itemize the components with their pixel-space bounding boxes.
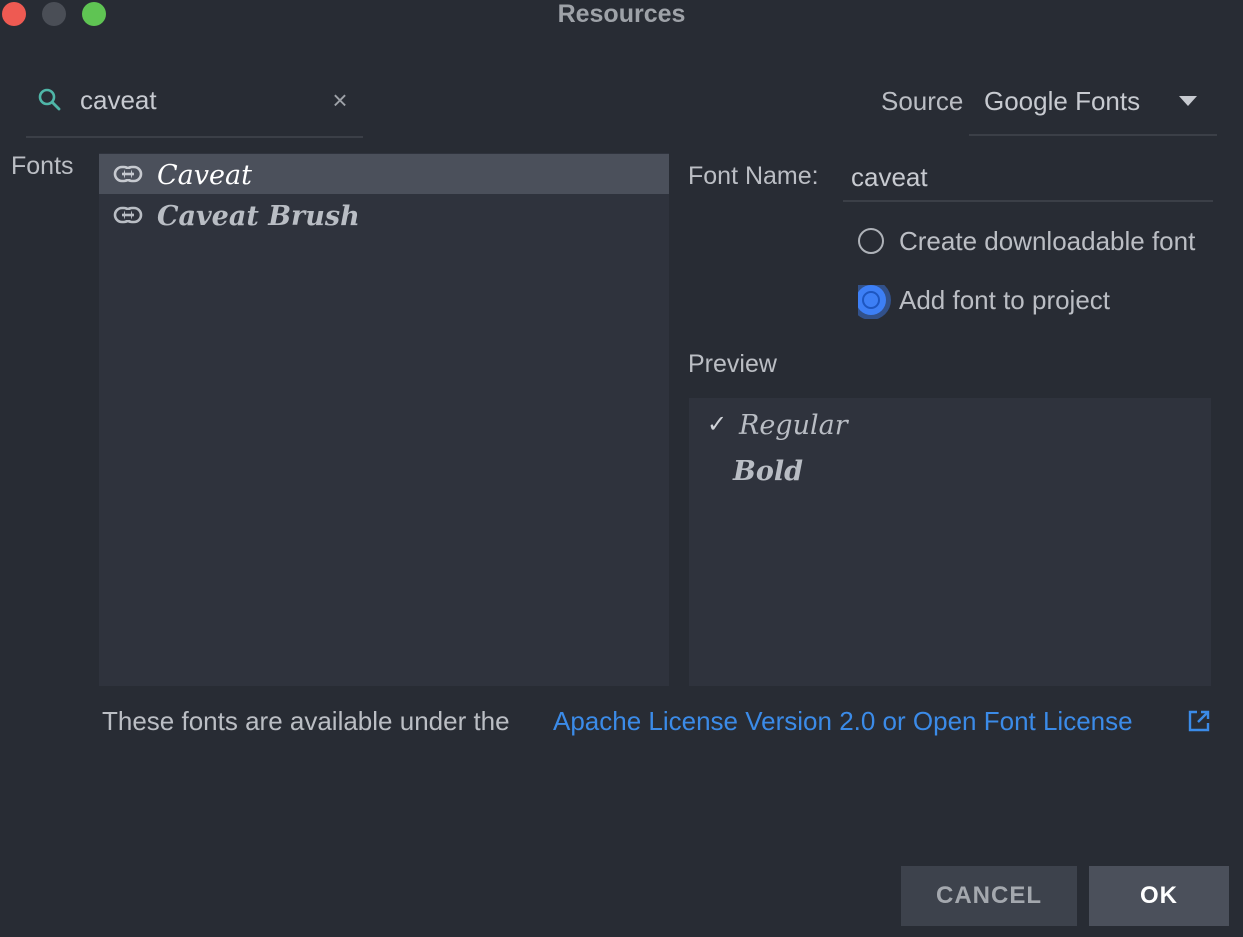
fonts-label: Fonts [11, 152, 74, 180]
source-label: Source [881, 86, 964, 116]
chevron-down-icon [1179, 96, 1197, 106]
source-selected-value: Google Fonts [984, 86, 1141, 116]
ok-button[interactable]: OK [1089, 866, 1229, 926]
font-list-item-caveat-brush[interactable]: Caveat Brush [99, 195, 669, 235]
create-downloadable-font-option[interactable]: Create downloadable font [858, 226, 1213, 260]
preview-item-regular[interactable]: ✓ Regular [689, 402, 1211, 442]
resources-dialog: Resources × Source Google Fonts Fonts Ca… [0, 0, 1243, 937]
license-link[interactable]: Apache License Version 2.0 or Open Font … [553, 706, 1133, 737]
add-font-to-project-option[interactable]: Add font to project [858, 285, 1213, 319]
checkmark-icon: ✓ [707, 411, 728, 438]
preview-label: Preview [688, 350, 777, 378]
font-name-field[interactable] [843, 153, 1213, 202]
preview-item-bold[interactable]: Bold [689, 448, 1211, 488]
link-icon [113, 206, 143, 224]
cancel-button[interactable]: CANCEL [901, 866, 1077, 926]
external-link-icon[interactable] [1187, 709, 1211, 733]
font-item-label: Caveat [157, 160, 252, 191]
preview-item-label: Regular [739, 410, 848, 441]
search-field[interactable]: × [26, 72, 363, 138]
search-input[interactable] [80, 84, 320, 116]
option-label: Add font to project [899, 285, 1111, 315]
license-text: These fonts are available under the [102, 706, 510, 736]
preview-list: ✓ Regular Bold [689, 398, 1211, 686]
font-list: Caveat Caveat Brush [99, 153, 669, 686]
window-title: Resources [557, 0, 686, 28]
clear-search-icon[interactable]: × [326, 86, 354, 114]
font-item-label: Caveat Brush [157, 201, 360, 232]
option-label: Create downloadable font [899, 226, 1196, 256]
search-icon [38, 88, 61, 111]
radio-unchecked-icon[interactable] [858, 228, 884, 254]
font-list-item-caveat[interactable]: Caveat [99, 154, 669, 194]
preview-item-label: Bold [733, 456, 803, 487]
source-dropdown[interactable]: Google Fonts [969, 72, 1217, 136]
link-icon [113, 165, 143, 183]
radio-checked-icon[interactable] [858, 285, 886, 315]
font-name-input[interactable] [851, 161, 1201, 193]
font-name-label: Font Name: [688, 162, 819, 190]
